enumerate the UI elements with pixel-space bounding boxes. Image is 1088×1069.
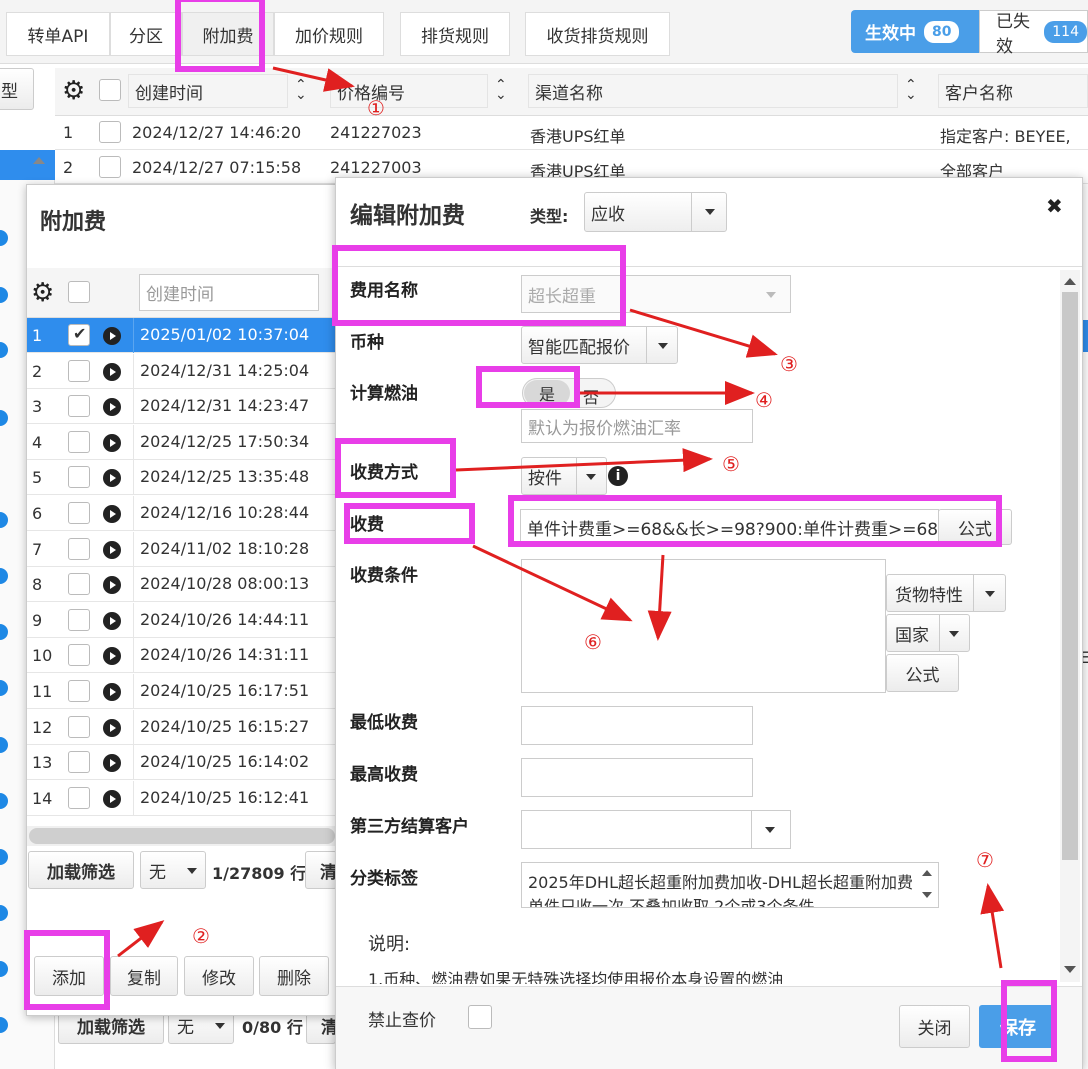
annotation-label-5: ⑤ — [722, 452, 740, 476]
annotation-label-3: ③ — [780, 352, 798, 376]
annotation-label-1: ① — [367, 96, 385, 120]
annotation-arrows — [117, 66, 1005, 969]
annotation-label-7: ⑦ — [976, 848, 994, 872]
annotation-label-2: ② — [192, 924, 210, 948]
annotation-label-6: ⑥ — [584, 630, 602, 654]
annotation-label-4: ④ — [755, 388, 773, 412]
